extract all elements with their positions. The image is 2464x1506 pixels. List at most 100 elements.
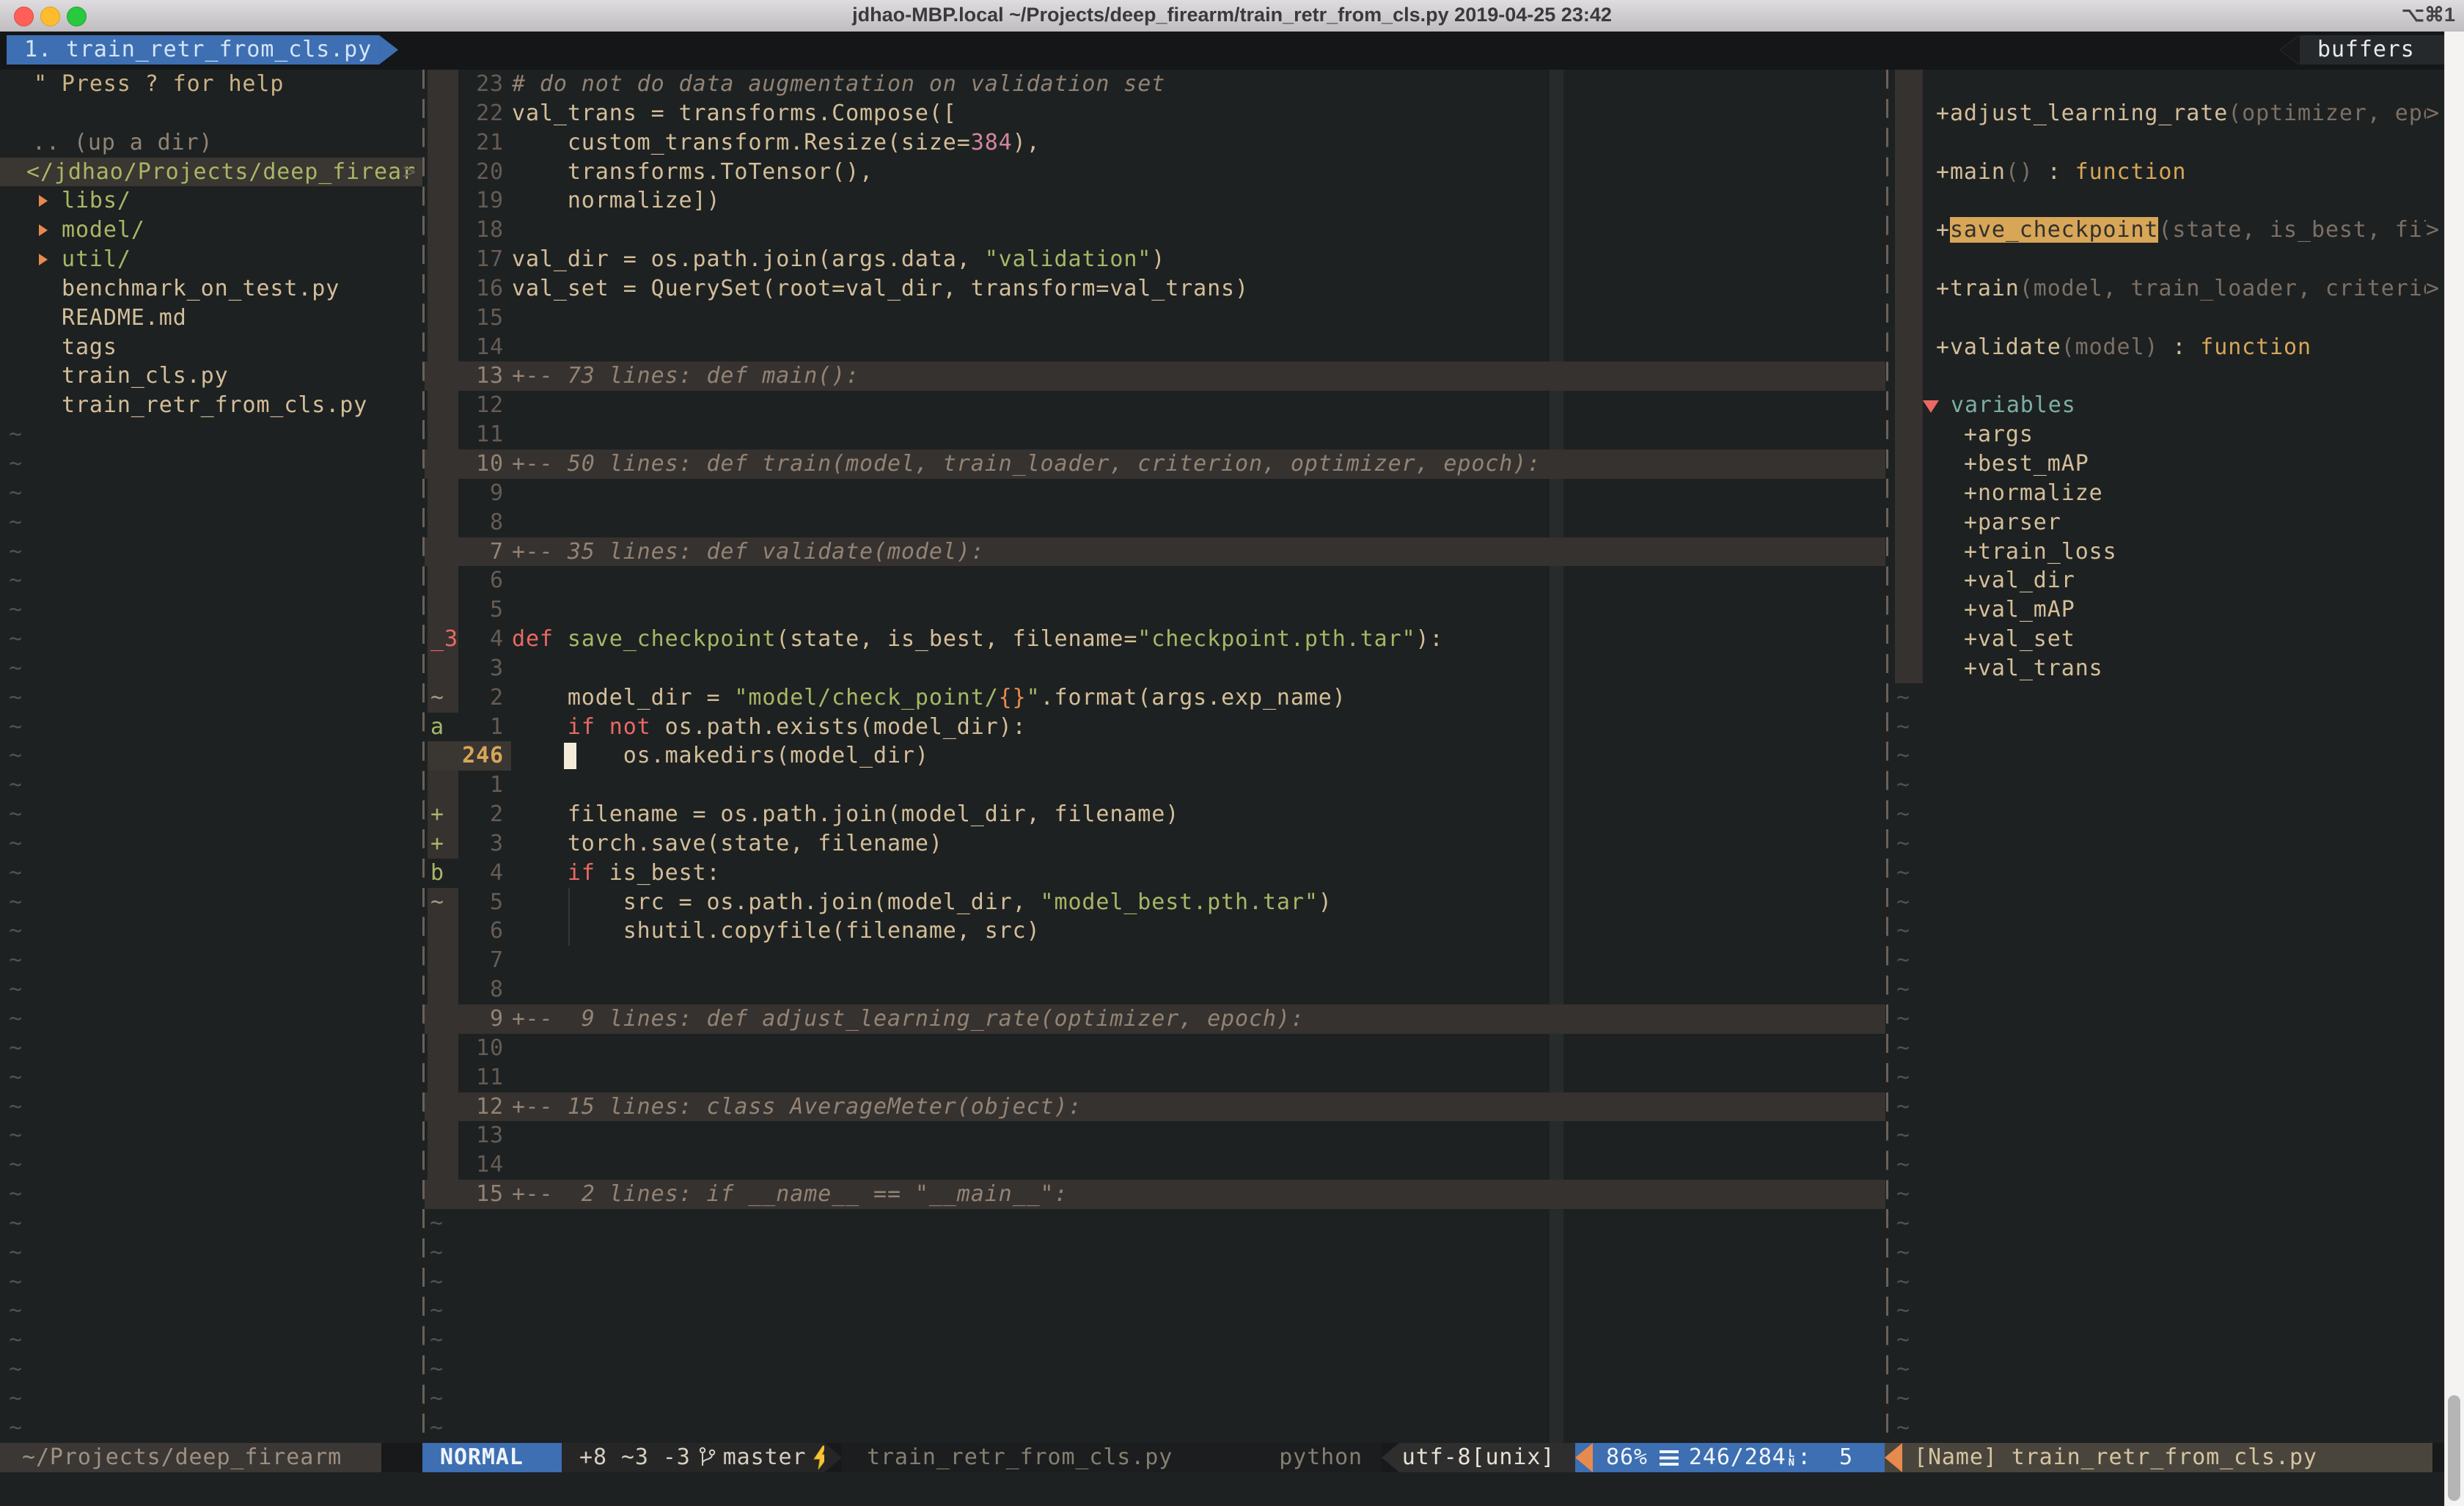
statusline-file-segment: train_retr_from_cls.py python	[842, 1443, 1382, 1472]
end-of-buffer-tilde: ~	[9, 420, 23, 449]
end-of-buffer-tilde: ~	[9, 859, 23, 888]
sidebar-item-file[interactable]: tags	[0, 333, 422, 362]
scrollbar-thumb[interactable]	[2448, 1395, 2460, 1501]
tab-active[interactable]: 1. train_retr_from_cls.py	[7, 35, 398, 65]
tagbar-variable-item[interactable]: +normalize	[1889, 479, 2445, 508]
empty-line: ~	[0, 741, 422, 771]
sidebar-item-file[interactable]: train_cls.py	[0, 361, 422, 391]
end-of-buffer-tilde: ~	[9, 917, 23, 946]
folded-code-line[interactable]: 13+-- 73 lines: def main():	[425, 361, 1885, 391]
code-token: ):	[1416, 626, 1444, 652]
code-line[interactable]: 20 transforms.ToTensor(),	[425, 158, 1885, 187]
code-line[interactable]: 8	[425, 975, 1885, 1004]
end-of-buffer-tilde: ~	[9, 508, 23, 537]
editor-window[interactable]: 23# do not do data augmentation on valid…	[425, 70, 1885, 1443]
window-separator-right[interactable]	[1886, 70, 1888, 1443]
end-of-buffer-tilde: ~	[9, 1296, 23, 1326]
code-line[interactable]: ~5 src = os.path.join(model_dir, "model_…	[425, 888, 1885, 917]
code-line[interactable]: +2 filename = os.path.join(model_dir, fi…	[425, 800, 1885, 829]
sidebar-item-directory[interactable]: util/	[0, 245, 422, 274]
nerdtree-root-path[interactable]: </jdhao/Projects/deep_firear>	[0, 158, 422, 187]
code-line[interactable]: 9	[425, 479, 1885, 508]
tagbar-function-item[interactable]: +train(model, train_loader, criterio>	[1889, 274, 2445, 304]
relative-line-number: 3	[442, 829, 504, 859]
sidebar-item-file[interactable]: benchmark_on_test.py	[0, 274, 422, 304]
buffers-indicator[interactable]: buffers	[2279, 35, 2445, 65]
end-of-buffer-tilde: ~	[1896, 713, 1910, 742]
code-line[interactable]: a1 if not os.path.exists(model_dir):	[425, 713, 1885, 742]
code-line[interactable]: _34def save_checkpoint(state, is_best, f…	[425, 625, 1885, 654]
tagbar-function-item[interactable]: +main() : function	[1889, 158, 2445, 187]
tagbar-function-item[interactable]: +adjust_learning_rate(optimizer, epo>	[1889, 99, 2445, 128]
tagbar-variable-item[interactable]: +val_set	[1889, 625, 2445, 654]
tagbar-variable-item[interactable]: +parser	[1889, 508, 2445, 537]
folded-code-line[interactable]: 7+-- 35 lines: def validate(model):	[425, 537, 1885, 567]
end-of-buffer-tilde: ~	[1896, 1238, 1910, 1268]
code-line[interactable]: 16val_set = QuerySet(root=val_dir, trans…	[425, 274, 1885, 304]
code-token: +-- 50 lines: def train(model, train_loa…	[512, 451, 1541, 477]
code-line[interactable]: 13	[425, 1121, 1885, 1150]
code-line[interactable]: 11	[425, 1063, 1885, 1092]
empty-line: ~	[1889, 1414, 2445, 1443]
end-of-buffer-tilde: ~	[430, 1238, 444, 1268]
code-line[interactable]: 21 custom_transform.Resize(size=384),	[425, 128, 1885, 158]
empty-line: ~	[0, 420, 422, 449]
code-line[interactable]: 15	[425, 304, 1885, 333]
empty-line: ~	[1889, 1268, 2445, 1297]
code-token: "validation"	[985, 246, 1152, 272]
code-line[interactable]: 10	[425, 1034, 1885, 1063]
nerdtree-sidebar[interactable]: " Press ? for help.. (up a dir)</jdhao/P…	[0, 70, 422, 1443]
end-of-buffer-tilde: ~	[1896, 741, 1910, 771]
empty-line: ~	[0, 800, 422, 829]
code-line[interactable]: 12	[425, 391, 1885, 420]
end-of-buffer-tilde: ~	[9, 1180, 23, 1209]
folded-code-line[interactable]: 12+-- 15 lines: class AverageMeter(objec…	[425, 1092, 1885, 1122]
code-text: +-- 9 lines: def adjust_learning_rate(op…	[512, 1004, 1305, 1034]
tagbar-variable-item[interactable]: +train_loss	[1889, 537, 2445, 567]
tagbar-variable-item[interactable]: +best_mAP	[1889, 449, 2445, 479]
code-line[interactable]: 17val_dir = os.path.join(args.data, "val…	[425, 245, 1885, 274]
sidebar-item-file[interactable]: train_retr_from_cls.py	[0, 391, 422, 420]
empty-line: ~	[1889, 1004, 2445, 1034]
code-line[interactable]: 5	[425, 595, 1885, 625]
folded-code-line[interactable]: 9+-- 9 lines: def adjust_learning_rate(o…	[425, 1004, 1885, 1034]
folded-code-line[interactable]: 15+-- 2 lines: if __name__ == "__main__"…	[425, 1180, 1885, 1209]
tagbar-sidebar[interactable]: +adjust_learning_rate(optimizer, epo> +ma…	[1889, 70, 2445, 1443]
empty-line: ~	[0, 1414, 422, 1443]
code-line[interactable]: 18	[425, 216, 1885, 245]
code-text: # do not do data augmentation on validat…	[512, 70, 1165, 99]
statusline-git-segment: +8 ~3 -3 master	[562, 1443, 824, 1472]
code-line[interactable]: 6 shutil.copyfile(filename, src)	[425, 917, 1885, 946]
folded-code-line[interactable]: 10+-- 50 lines: def train(model, train_l…	[425, 449, 1885, 479]
code-line[interactable]: 22val_trans = transforms.Compose([	[425, 99, 1885, 128]
code-line[interactable]: 23# do not do data augmentation on valid…	[425, 70, 1885, 99]
code-token: )	[1151, 246, 1165, 272]
sidebar-item-file[interactable]: README.md	[0, 304, 422, 333]
code-line[interactable]: 7	[425, 946, 1885, 975]
macos-titlebar: jdhao-MBP.local ~/Projects/deep_firearm/…	[0, 0, 2464, 32]
sidebar-item-directory[interactable]: libs/	[0, 186, 422, 216]
tag-name: +val_mAP	[1964, 597, 2075, 622]
code-line[interactable]: 3	[425, 654, 1885, 683]
tagbar-function-item[interactable]: +validate(model) : function	[1889, 333, 2445, 362]
tagbar-variable-item[interactable]: +val_trans	[1889, 654, 2445, 683]
code-line[interactable]: 1	[425, 771, 1885, 800]
tagbar-variable-item[interactable]: +val_dir	[1889, 566, 2445, 595]
tagbar-function-item[interactable]: +save_checkpoint(state, is_best, fil>	[1889, 216, 2445, 245]
code-line[interactable]: 6	[425, 566, 1885, 595]
code-line[interactable]: 14	[425, 1150, 1885, 1180]
code-line[interactable]: +3 torch.save(state, filename)	[425, 829, 1885, 859]
code-line[interactable]: 246 os.makedirs(model_dir)	[425, 741, 1885, 771]
sidebar-item-directory[interactable]: model/	[0, 216, 422, 245]
code-line[interactable]: 8	[425, 508, 1885, 537]
code-line[interactable]: ~2 model_dir = "model/check_point/{}".fo…	[425, 683, 1885, 713]
code-line[interactable]: 19 normalize])	[425, 186, 1885, 216]
code-line[interactable]: 14	[425, 333, 1885, 362]
code-line[interactable]: b4 if is_best:	[425, 859, 1885, 888]
tagbar-variable-item[interactable]: +args	[1889, 420, 2445, 449]
code-line[interactable]: 11	[425, 420, 1885, 449]
nerdtree-up-a-dir[interactable]: .. (up a dir)	[0, 128, 422, 158]
tagbar-variable-item[interactable]: +val_mAP	[1889, 595, 2445, 625]
tagbar-kind-header[interactable]: variables	[1889, 391, 2445, 420]
end-of-buffer-tilde: ~	[430, 1355, 444, 1384]
